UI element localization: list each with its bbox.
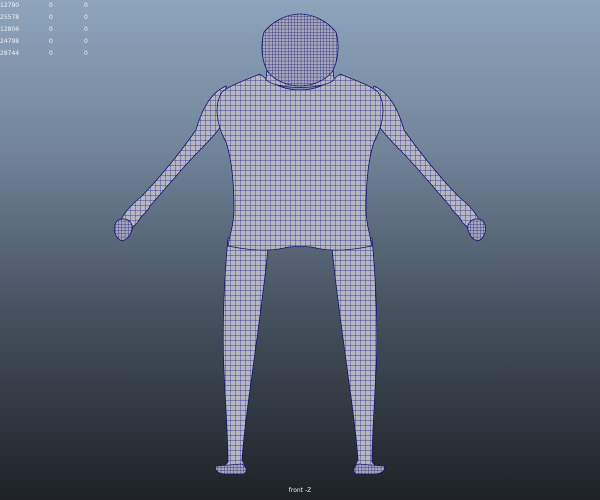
viewport-front[interactable]: 12790 0 0 25578 0 0 12806 0 0 24798 0 0 …	[0, 0, 600, 500]
left-foot	[215, 463, 247, 475]
right-foot	[353, 463, 385, 475]
right-leg	[331, 237, 380, 474]
left-leg	[220, 237, 269, 474]
head	[261, 13, 339, 87]
left-arm	[119, 85, 233, 239]
wireframe-human-icon[interactable]	[0, 0, 600, 500]
camera-label: front -Z	[288, 487, 312, 494]
model-mesh	[114, 13, 486, 475]
torso	[216, 73, 384, 251]
right-hand	[467, 218, 486, 241]
right-arm	[367, 85, 481, 239]
left-hand	[114, 218, 133, 241]
